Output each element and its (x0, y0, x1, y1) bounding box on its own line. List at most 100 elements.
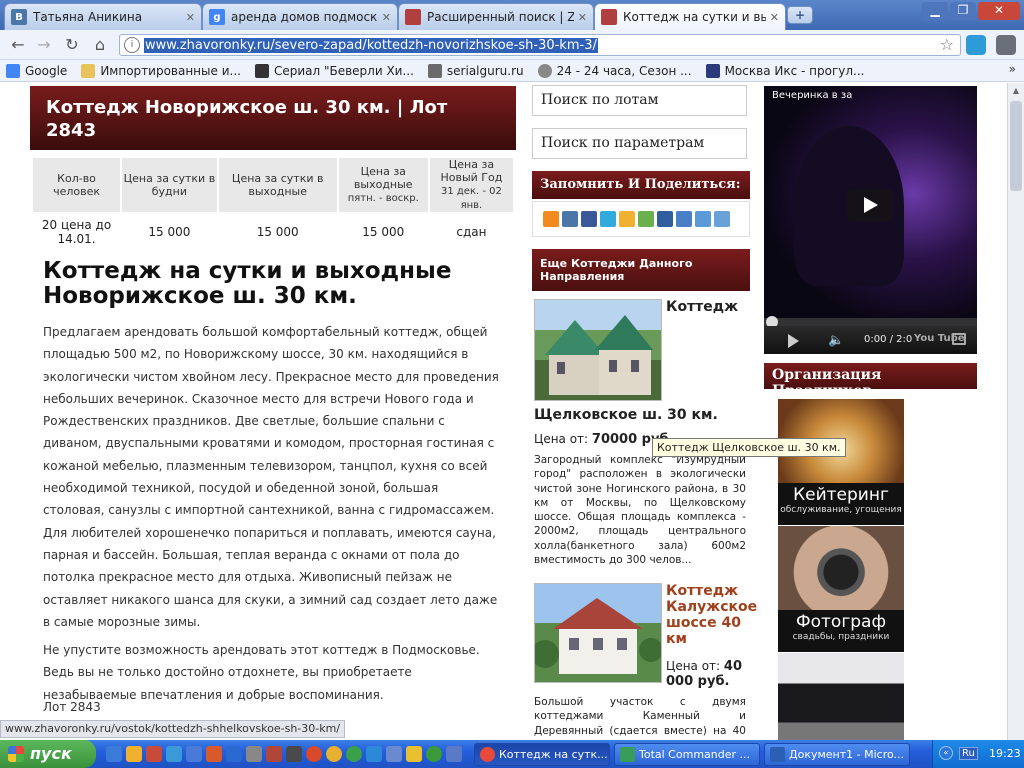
bookmark-imported[interactable]: Импортированные и... (81, 63, 241, 78)
bookmarks-overflow-icon[interactable]: » (1009, 62, 1016, 76)
back-arrow-icon[interactable]: ← (6, 34, 30, 56)
language-indicator[interactable]: Ru (959, 747, 978, 760)
livejournal-icon[interactable] (657, 211, 673, 227)
tab-advanced-search[interactable]: Расширенный поиск | Zhavor ✕ (398, 3, 594, 30)
play-button-icon[interactable] (847, 189, 893, 221)
lot-number: Лот 2843 (43, 700, 101, 714)
minibus-image (778, 653, 904, 740)
page-content: Коттедж Новорижское ш. 30 км. | Лот 2843… (0, 83, 1007, 740)
taskbar-item-word[interactable]: Документ1 - Micro... (764, 743, 910, 766)
bookmark-icon[interactable] (676, 211, 692, 227)
friends-icon[interactable] (638, 211, 654, 227)
vk-favicon-icon: В (11, 9, 27, 25)
search-by-lots-link[interactable]: Поиск по лотам (532, 85, 747, 116)
quicklaunch-app-icon[interactable] (386, 746, 402, 762)
settings-wrench-icon[interactable] (996, 35, 1016, 55)
photographer-promo[interactable]: Фотограф свадьбы, праздники (778, 526, 904, 652)
quicklaunch-app-icon[interactable] (266, 746, 282, 762)
table-header: Цена за выходные пятн. - воскр. (338, 158, 428, 212)
cottage-thumbnail[interactable] (531, 583, 663, 683)
bookmark-moscow-x[interactable]: Москва Икс - прогул... (705, 63, 864, 78)
facebook-icon[interactable] (581, 211, 597, 227)
yandex-icon[interactable] (695, 211, 711, 227)
quicklaunch-ie-icon[interactable] (166, 746, 182, 762)
quicklaunch-utorrent-icon[interactable] (426, 746, 442, 762)
youtube-video-player[interactable]: Вечеринка в за 🔈 0:00 / 2:0 You Tube (764, 86, 977, 354)
browser-toolbar: ← → ↻ ⌂ i www.zhavoronky.ru/severo-zapad… (0, 30, 1024, 60)
total-commander-icon (620, 747, 635, 762)
tray-expand-icon[interactable]: « (939, 746, 953, 760)
moi-mir-icon[interactable] (619, 211, 635, 227)
quicklaunch-app-icon[interactable] (146, 746, 162, 762)
quicklaunch-folder-icon[interactable] (126, 746, 142, 762)
table-cell: 15 000 (338, 214, 428, 250)
close-window-button[interactable]: ✕ (978, 2, 1020, 20)
taskbar-item-total-commander[interactable]: Total Commander ... (614, 743, 760, 766)
tab-close-icon[interactable]: ✕ (382, 11, 391, 24)
quicklaunch-firefox-icon[interactable] (326, 746, 342, 762)
google-favicon-icon: g (209, 9, 225, 25)
new-tab-button[interactable]: + (787, 6, 813, 24)
page-info-icon[interactable]: i (124, 37, 140, 53)
quicklaunch-app-icon[interactable] (206, 746, 222, 762)
bookmark-serialguru[interactable]: serialguru.ru (427, 63, 524, 78)
tab-close-icon[interactable]: ✕ (186, 11, 195, 24)
promo-caption: Фотограф свадьбы, праздники (778, 610, 904, 652)
bookmark-star-icon[interactable]: ☆ (940, 35, 954, 55)
tab-vk[interactable]: В Татьяна Аникина ✕ (4, 3, 202, 30)
video-progress-bar[interactable] (764, 316, 977, 328)
forward-arrow-icon[interactable]: → (32, 34, 56, 56)
maximize-button[interactable]: ❐ (950, 2, 976, 20)
catering-promo[interactable]: Кейтеринг обслуживание, угощения (778, 399, 904, 525)
tab-cottage-active[interactable]: Коттедж на сутки и выходны ✕ (594, 3, 786, 30)
bookmark-24[interactable]: 24 - 24 часа, Сезон ... (537, 63, 692, 78)
skype-extension-icon[interactable] (966, 35, 986, 55)
bookmark-label: serialguru.ru (446, 63, 524, 78)
page-scrollbar[interactable]: ▲ (1007, 83, 1024, 740)
site-favicon-icon (601, 9, 617, 25)
odnoklassniki-icon[interactable] (543, 211, 559, 227)
play-icon[interactable] (788, 334, 799, 348)
transport-promo[interactable] (778, 653, 904, 740)
quicklaunch-opera-icon[interactable] (306, 746, 322, 762)
address-bar[interactable]: i www.zhavoronky.ru/severo-zapad/kottedz… (119, 34, 961, 56)
taskbar-item-chrome[interactable]: Коттедж на сутк... (474, 743, 610, 766)
folder-icon (81, 63, 96, 78)
quicklaunch-app-icon[interactable] (226, 746, 242, 762)
cottage-title-link[interactable]: Щелковское ш. 30 км. (534, 407, 718, 423)
scroll-thumb[interactable] (1010, 101, 1022, 191)
clock[interactable]: 19:23 (989, 747, 1021, 760)
cottage-title-link[interactable]: Коттедж (666, 299, 738, 315)
quicklaunch-skype-icon[interactable] (366, 746, 382, 762)
search-by-params-link[interactable]: Поиск по параметрам (532, 128, 747, 159)
bookmark-beverly-hills[interactable]: Сериал "Беверли Хи... (254, 63, 414, 78)
quicklaunch-app-icon[interactable] (406, 746, 422, 762)
vkontakte-icon[interactable] (562, 211, 578, 227)
description-paragraph: Предлагаем арендовать большой комфортабе… (43, 325, 499, 629)
table-header: Цена за сутки в будни (122, 158, 217, 212)
home-icon[interactable]: ⌂ (88, 34, 112, 56)
start-label: пуск (30, 744, 72, 763)
quicklaunch-app-icon[interactable] (186, 746, 202, 762)
cottage-thumbnail[interactable] (534, 299, 662, 401)
volume-icon[interactable]: 🔈 (828, 333, 844, 348)
quicklaunch-chrome-icon[interactable] (346, 746, 362, 762)
tab-close-icon[interactable]: ✕ (578, 11, 587, 24)
cottage-title-link[interactable]: Коттедж Калужское шоссе 40 км (666, 583, 757, 647)
share-more-icon[interactable] (714, 211, 730, 227)
tab-google-search[interactable]: g аренда домов подмосковье ✕ (202, 3, 398, 30)
quicklaunch-app-icon[interactable] (446, 746, 462, 762)
tab-close-icon[interactable]: ✕ (770, 11, 779, 24)
tab-label: Расширенный поиск | Zhavor (427, 10, 574, 24)
start-button[interactable]: пуск (0, 740, 96, 768)
quicklaunch-desktop-icon[interactable] (106, 746, 122, 762)
scroll-up-arrow-icon[interactable]: ▲ (1008, 83, 1024, 99)
twitter-icon[interactable] (600, 211, 616, 227)
quicklaunch-app-icon[interactable] (286, 746, 302, 762)
bookmark-google[interactable]: Google (6, 63, 67, 78)
windows-taskbar: пуск Коттедж на сутк... Total Commander … (0, 740, 1024, 768)
quicklaunch-app-icon[interactable] (246, 746, 262, 762)
minimize-button[interactable]: ▁ (922, 2, 948, 20)
fullscreen-icon[interactable] (952, 333, 966, 345)
reload-icon[interactable]: ↻ (60, 34, 84, 56)
